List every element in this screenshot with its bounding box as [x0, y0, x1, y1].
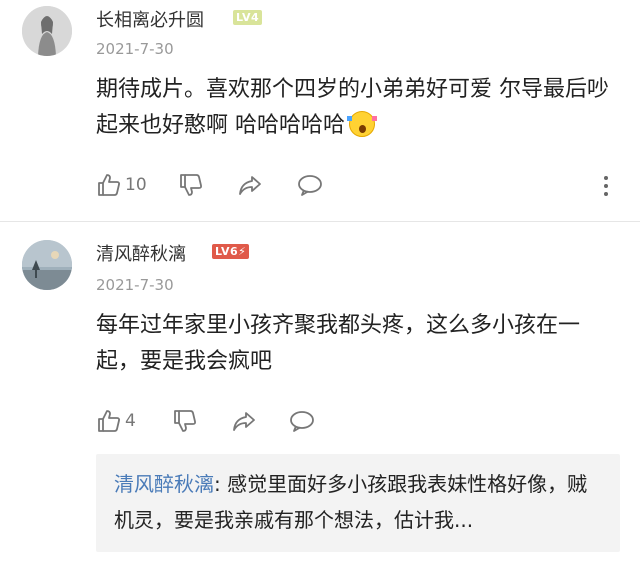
reply-button[interactable]	[288, 408, 316, 434]
dislike-button[interactable]	[178, 172, 204, 198]
share-button[interactable]	[236, 172, 264, 198]
level-badge-text: LV6	[215, 245, 239, 258]
comment-item: 清风醉秋漓 LV6⚡ 2021-7-30 每年过年家里小孩齐聚我都头疼，这么多小…	[0, 222, 640, 564]
comment-item: 长相离必升圆 LV4 2021-7-30 期待成片。喜欢那个四岁的小弟弟好可爱 …	[0, 0, 640, 222]
like-button[interactable]: 4	[96, 408, 136, 434]
username[interactable]: 长相离必升圆	[96, 6, 204, 32]
reply-author-link[interactable]: 清风醉秋漓	[114, 472, 214, 496]
thumbs-up-icon	[98, 410, 120, 432]
reply-separator: :	[214, 472, 228, 496]
username[interactable]: 清风醉秋漓	[96, 240, 186, 266]
like-count: 10	[125, 175, 147, 195]
screaming-face-emoji-icon	[347, 111, 377, 137]
reply-button[interactable]	[296, 172, 324, 198]
level-badge: LV6⚡	[212, 244, 250, 259]
comment-date: 2021-7-30	[96, 276, 174, 294]
comment-text: 期待成片。喜欢那个四岁的小弟弟好可爱 尔导最后吵起来也好憨啊 哈哈哈哈哈	[96, 72, 621, 144]
thumbs-up-icon	[98, 174, 120, 196]
more-dots-icon	[604, 176, 608, 200]
reply-preview[interactable]: 清风醉秋漓: 感觉里面好多小孩跟我表妹性格好像，贼机灵，要是我亲戚有那个想法，估…	[96, 454, 620, 552]
speech-bubble-icon	[298, 175, 322, 196]
share-arrow-icon	[233, 412, 255, 431]
comment-date: 2021-7-30	[96, 40, 174, 58]
comment-text: 每年过年家里小孩齐聚我都头疼，这么多小孩在一起，要是我会疯吧	[96, 313, 581, 374]
like-count: 4	[125, 411, 136, 431]
avatar[interactable]	[22, 240, 72, 290]
avatar-landscape-icon	[22, 240, 72, 290]
comment-actions: 4	[96, 408, 616, 438]
thumbs-down-icon	[174, 410, 196, 432]
avatar-silhouette-icon	[22, 6, 72, 56]
lightning-icon: ⚡	[238, 245, 247, 258]
more-options-button[interactable]	[604, 176, 608, 200]
speech-bubble-icon	[290, 411, 314, 432]
thumbs-down-icon	[180, 174, 202, 196]
share-arrow-icon	[239, 176, 261, 195]
share-button[interactable]	[230, 408, 258, 434]
like-button[interactable]: 10	[96, 172, 147, 198]
avatar[interactable]	[22, 6, 72, 56]
reply-preview-text: 清风醉秋漓: 感觉里面好多小孩跟我表妹性格好像，贼机灵，要是我亲戚有那个想法，估…	[114, 466, 604, 538]
dislike-button[interactable]	[172, 408, 198, 434]
level-badge: LV4	[233, 10, 263, 25]
comment-actions: 10	[96, 172, 616, 202]
